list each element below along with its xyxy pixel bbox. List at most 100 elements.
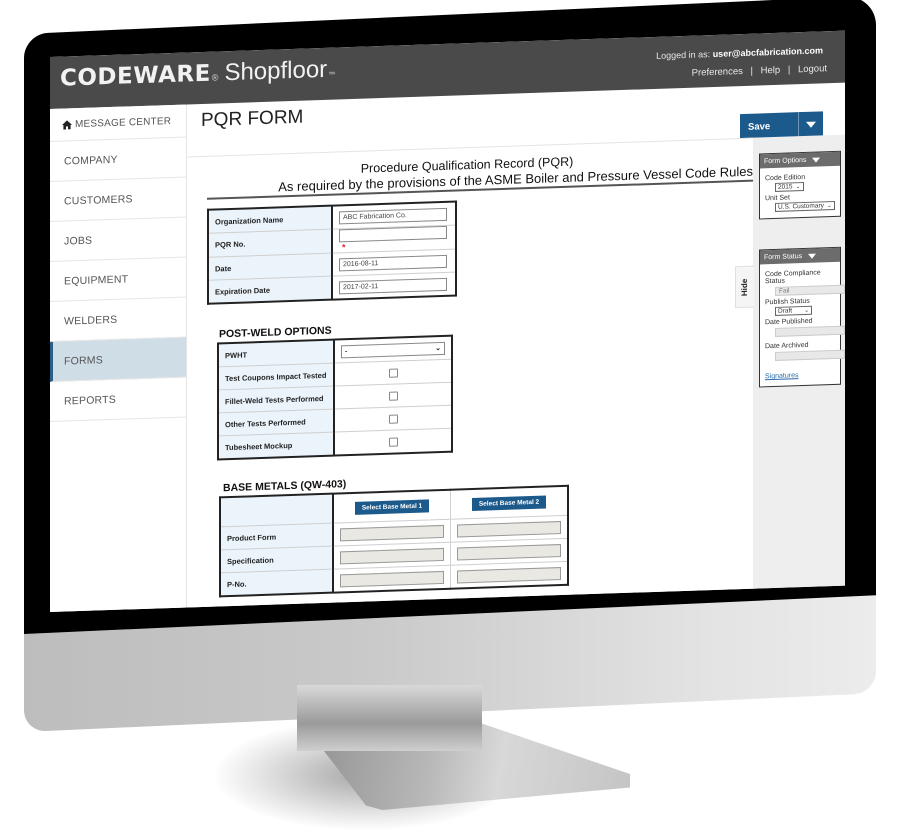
p-no-2-input[interactable] <box>457 566 561 583</box>
select-base-metal-1-button[interactable]: Select Base Metal 1 <box>354 498 430 515</box>
logged-in-user: user@abcfabrication.com <box>712 45 823 60</box>
field-cell <box>450 561 568 589</box>
sidebar-item-label: EQUIPMENT <box>64 272 129 288</box>
sidebar-item-label: CUSTOMERS <box>64 192 133 208</box>
logout-link[interactable]: Logout <box>798 63 827 75</box>
panel-title: Form Options <box>764 156 807 165</box>
specification-1-input[interactable] <box>340 547 444 564</box>
field-label: Expiration Date <box>208 276 332 304</box>
tubesheet-mockup-checkbox[interactable] <box>388 436 398 447</box>
date-archived-field <box>775 349 845 361</box>
select-value: 2015 <box>778 183 793 191</box>
specification-2-input[interactable] <box>457 543 561 560</box>
hide-panel-tab[interactable]: Hide <box>735 265 754 309</box>
sidebar-item-label: COMPANY <box>64 153 118 168</box>
sidebar-item-label: WELDERS <box>64 313 118 328</box>
date-published-label: Date Published <box>765 317 813 327</box>
date-input[interactable] <box>339 254 447 271</box>
form-options-panel: Form Options Code Edition 2015 ⌄ Unit Set… <box>759 150 841 220</box>
select-value: Draft <box>778 307 793 315</box>
unit-set-select[interactable]: U.S. Customary ⌄ <box>775 200 835 212</box>
organization-name-input[interactable] <box>339 207 447 224</box>
select-base-metal-2-button[interactable]: Select Base Metal 2 <box>471 495 547 511</box>
pwht-value: - <box>345 347 348 355</box>
screen: CODEWARE ® Shopfloor ™ Logged in as: use… <box>50 30 845 612</box>
code-edition-label: Code Edition <box>765 173 806 183</box>
logged-in-label: Logged in as: <box>656 49 711 61</box>
login-info: Logged in as: user@abcfabrication.com <box>656 45 823 61</box>
sidebar-item-reports[interactable]: REPORTS <box>50 377 186 422</box>
base-metals-table: Select Base Metal 1 Select Base Metal 2 … <box>219 484 569 598</box>
right-panel: Hide Form Options Code Edition 2015 ⌄ Uni… <box>735 134 845 608</box>
logo-brand: CODEWARE <box>60 60 211 92</box>
field-cell: Select Base Metal 1 <box>333 489 451 524</box>
hide-label: Hide <box>740 278 750 296</box>
home-icon <box>62 119 72 130</box>
sidebar-item-welders[interactable]: WELDERS <box>50 297 186 342</box>
code-edition-select[interactable]: 2015 ⌄ <box>775 182 804 192</box>
header-fields-table: Organization Name PQR No. * Date Expirat… <box>207 200 457 305</box>
expiration-date-input[interactable] <box>339 277 447 294</box>
date-archived-label: Date Archived <box>765 341 809 351</box>
field-label: Tubesheet Mockup <box>218 432 334 460</box>
chevron-down-icon: ⌄ <box>826 203 832 210</box>
field-cell <box>334 428 452 456</box>
preferences-link[interactable]: Preferences <box>692 66 743 79</box>
link-separator: | <box>750 65 753 77</box>
save-options-dropdown[interactable] <box>798 111 823 139</box>
product-form-1-input[interactable] <box>340 524 444 541</box>
trademark-mark: ™ <box>328 71 336 79</box>
field-cell <box>332 272 456 300</box>
other-tests-checkbox[interactable] <box>388 413 398 424</box>
sidebar-item-customers[interactable]: CUSTOMERS <box>50 177 186 222</box>
logo-product: Shopfloor <box>224 55 328 87</box>
page-title: PQR FORM <box>201 106 304 131</box>
required-marker: * <box>342 242 346 253</box>
caret-down-icon <box>806 121 816 128</box>
pwht-select[interactable]: - ⌄ <box>341 341 445 358</box>
date-published-field <box>775 325 845 337</box>
registered-mark: ® <box>211 72 219 83</box>
sidebar-item-label: FORMS <box>64 353 103 368</box>
sidebar-item-forms[interactable]: FORMS <box>50 337 186 382</box>
compliance-status-field: Fail <box>775 284 845 296</box>
form-area: Procedure Qualification Record (PQR) As … <box>187 137 753 612</box>
publish-status-select[interactable]: Draft ⌄ <box>775 305 813 316</box>
sidebar: MESSAGE CENTER COMPANY CUSTOMERS JOBS EQ… <box>50 104 187 612</box>
product-form-2-input[interactable] <box>457 520 561 537</box>
field-cell <box>333 565 451 593</box>
panel-body: Code Edition 2015 ⌄ Unit Set U.S. Customa… <box>760 166 840 219</box>
sidebar-item-label: MESSAGE CENTER <box>75 115 172 130</box>
link-separator: | <box>787 64 791 76</box>
caret-down-icon <box>812 156 821 163</box>
pqr-no-input[interactable] <box>339 225 447 243</box>
caret-down-icon <box>808 253 817 259</box>
field-cell: Select Base Metal 2 <box>450 485 568 520</box>
chevron-down-icon: ⌄ <box>435 345 441 353</box>
p-no-1-input[interactable] <box>340 570 444 587</box>
sidebar-item-jobs[interactable]: JOBS <box>50 217 186 262</box>
main-content: PQR FORM Save Procedure Qualification Re… <box>187 83 845 612</box>
sidebar-item-label: REPORTS <box>64 393 116 408</box>
chevron-down-icon: ⌄ <box>804 307 810 314</box>
test-coupons-impact-checkbox[interactable] <box>388 367 398 378</box>
publish-status-label: Publish Status <box>765 297 810 307</box>
panel-body: Code Compliance Status Fail Publish Stat… <box>760 262 845 387</box>
sidebar-item-message-center[interactable]: MESSAGE CENTER <box>50 104 186 142</box>
sidebar-item-label: JOBS <box>64 234 93 248</box>
signatures-link[interactable]: Signatures <box>765 371 835 380</box>
post-weld-heading: POST-WELD OPTIONS <box>219 324 332 341</box>
compliance-label: Code Compliance Status <box>765 269 821 286</box>
logo: CODEWARE ® Shopfloor ™ <box>60 56 335 93</box>
sidebar-item-company[interactable]: COMPANY <box>50 137 186 182</box>
fillet-weld-tests-checkbox[interactable] <box>388 390 398 401</box>
field-label: P-No. <box>220 569 333 597</box>
post-weld-table: PWHT - ⌄ Test Coupons Impact Tested Fille… <box>217 334 453 461</box>
top-links: Preferences | Help | Logout <box>692 63 827 78</box>
panel-title: Form Status <box>764 252 803 261</box>
chevron-down-icon: ⌄ <box>795 184 801 191</box>
form-status-panel: Form Status Code Compliance Status Fail … <box>759 246 845 388</box>
sidebar-item-equipment[interactable]: EQUIPMENT <box>50 257 186 302</box>
select-value: U.S. Customary <box>778 202 824 211</box>
help-link[interactable]: Help <box>761 65 781 77</box>
